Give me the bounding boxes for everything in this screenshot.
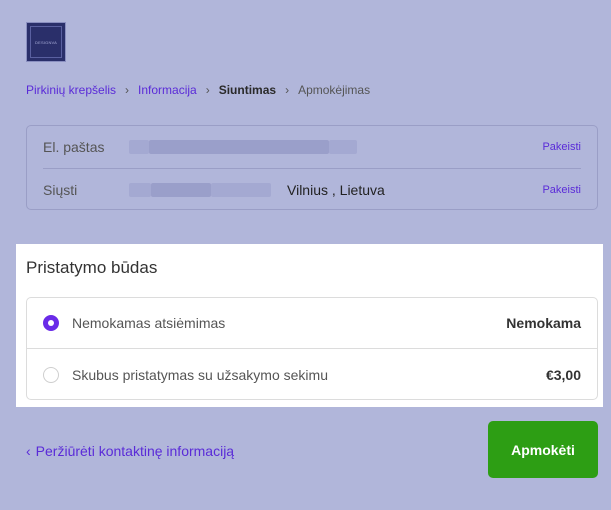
breadcrumb-payment: Apmokėjimas <box>298 83 371 97</box>
redacted-text <box>329 140 357 154</box>
shipping-method-panel: Pristatymo būdas Nemokamas atsiėmimas Ne… <box>16 244 603 407</box>
store-logo[interactable]: DESIGNVA <box>26 22 66 62</box>
ship-to-location: Vilnius , Lietuva <box>287 182 385 198</box>
breadcrumb: Pirkinių krepšelis › Informacija › Siunt… <box>26 82 370 98</box>
chevron-right-icon: › <box>205 83 210 97</box>
shipping-option-label: Skubus pristatymas su užsakymo sekimu <box>72 366 328 383</box>
email-label: El. paštas <box>43 139 105 155</box>
radio-button[interactable] <box>43 366 59 383</box>
shipping-option-price: Nemokama <box>506 315 581 331</box>
shipping-method-title: Pristatymo būdas <box>26 258 158 277</box>
store-logo-text: DESIGNVA <box>30 26 62 58</box>
email-value <box>129 140 542 154</box>
continue-to-payment-button[interactable]: Apmokėti <box>488 421 598 478</box>
ship-to-row: Siųsti Vilnius , Lietuva Pakeisti <box>43 169 581 211</box>
shipping-option-pickup[interactable]: Nemokamas atsiėmimas Nemokama <box>27 298 597 349</box>
back-to-information-link[interactable]: ‹ Peržiūrėti kontaktinę informaciją <box>26 443 234 459</box>
shipping-option-express[interactable]: Skubus pristatymas su užsakymo sekimu €3… <box>27 349 597 400</box>
shipping-option-price: €3,00 <box>545 366 581 383</box>
chevron-right-icon: › <box>125 83 130 97</box>
breadcrumb-information[interactable]: Informacija <box>138 83 197 97</box>
change-email-link[interactable]: Pakeisti <box>542 141 581 153</box>
chevron-left-icon: ‹ <box>26 443 31 459</box>
shipping-option-label: Nemokamas atsiėmimas <box>72 315 226 331</box>
breadcrumb-shipping: Siuntimas <box>218 83 277 97</box>
redacted-text <box>149 140 329 154</box>
ship-to-label: Siųsti <box>43 182 78 198</box>
shipping-method-list: Nemokamas atsiėmimas Nemokama Skubus pri… <box>26 297 598 400</box>
contact-summary: El. paštas Pakeisti Siųsti Vilnius , Lie… <box>26 125 598 210</box>
redacted-text <box>151 183 211 197</box>
redacted-text <box>129 140 149 154</box>
change-address-link[interactable]: Pakeisti <box>542 184 581 196</box>
redacted-text <box>129 183 151 197</box>
chevron-right-icon: › <box>285 83 290 97</box>
ship-to-value: Vilnius , Lietuva <box>129 182 542 198</box>
email-row: El. paštas Pakeisti <box>43 126 581 169</box>
redacted-text <box>211 183 271 197</box>
back-link-label: Peržiūrėti kontaktinę informaciją <box>35 443 235 459</box>
breadcrumb-cart[interactable]: Pirkinių krepšelis <box>26 83 116 97</box>
radio-button-selected[interactable] <box>43 315 59 331</box>
